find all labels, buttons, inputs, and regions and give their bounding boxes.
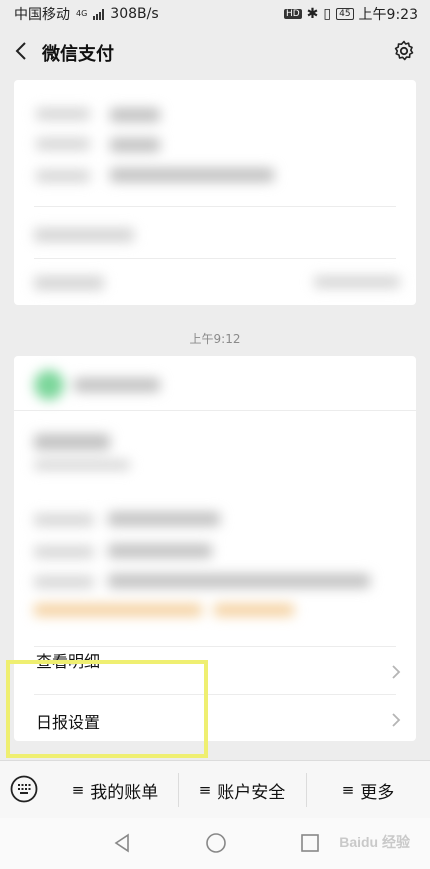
chevron-right-icon — [392, 713, 401, 727]
nav-back-icon[interactable] — [110, 831, 134, 855]
keyboard-icon[interactable] — [10, 775, 38, 803]
menu-item-label: 我的账单 — [90, 782, 159, 803]
signal-icon — [93, 8, 105, 20]
bluetooth-icon: ✱ — [306, 6, 319, 22]
message-timestamp: 上午9:12 — [189, 332, 241, 346]
payment-notice-card — [14, 80, 416, 305]
carrier-name: 中国移动 — [14, 7, 70, 23]
network-type: 4G — [76, 9, 88, 18]
hd-badge: HD — [283, 9, 302, 19]
bottom-menu-bar: ≡ 我的账单 ≡ 账户安全 ≡ 更多 — [0, 760, 430, 819]
status-bar: 中国移动 4G 308B/s HD ✱ ▯ 45 上午9:23 — [0, 0, 430, 26]
page-title: 微信支付 — [42, 44, 114, 65]
chevron-right-icon — [392, 665, 401, 679]
gear-icon[interactable] — [392, 39, 416, 63]
top-bar: 微信支付 — [0, 28, 430, 78]
menu-lines-icon: ≡ — [71, 781, 85, 799]
clock: 上午9:23 — [358, 7, 418, 23]
menu-item-label: 更多 — [360, 782, 395, 803]
vibrate-icon: ▯ — [323, 6, 332, 22]
battery-icon: 45 — [336, 8, 354, 20]
nav-home-icon[interactable] — [204, 831, 228, 855]
menu-item-account-security[interactable]: ≡ 账户安全 — [178, 761, 306, 819]
menu-item-my-bills[interactable]: ≡ 我的账单 — [52, 761, 178, 819]
system-nav-bar: Baidu 经验 — [0, 818, 430, 869]
back-arrow-icon[interactable] — [10, 39, 34, 63]
menu-lines-icon: ≡ — [341, 781, 355, 799]
baidu-watermark: Baidu 经验 — [339, 834, 410, 850]
menu-item-label: 账户安全 — [217, 782, 286, 803]
menu-lines-icon: ≡ — [198, 781, 212, 799]
network-speed: 308B/s — [110, 6, 159, 22]
highlight-box — [6, 660, 208, 758]
nav-recents-icon[interactable] — [298, 831, 322, 855]
menu-item-more[interactable]: ≡ 更多 — [306, 761, 430, 819]
